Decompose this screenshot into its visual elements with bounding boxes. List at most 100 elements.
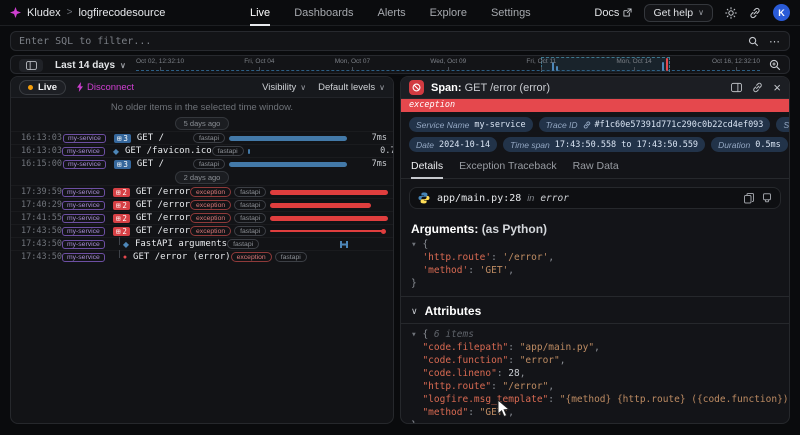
close-icon[interactable]: × — [773, 81, 781, 94]
search-icon[interactable] — [748, 36, 759, 47]
meta-pill-label: Span ID — [783, 120, 790, 130]
git-branch-icon[interactable] — [762, 193, 772, 204]
breadcrumb-org[interactable]: Kludex — [27, 7, 61, 19]
child-count-badge[interactable]: ⊞3 — [114, 160, 131, 169]
user-avatar[interactable]: K — [773, 4, 790, 21]
tab-exception-traceback[interactable]: Exception Traceback — [459, 160, 556, 178]
child-count-badge[interactable]: ⊞3 — [114, 134, 131, 143]
timeline-tick-label: Oct 16, 12:32:10 — [712, 58, 760, 65]
docs-link[interactable]: Docs — [594, 7, 632, 19]
chevron-down-icon: ∨ — [379, 83, 385, 92]
trace-row-tags: exceptionfastapi — [190, 226, 266, 236]
time-group-divider: 2 days ago — [11, 170, 393, 185]
top-header: Kludex > logfirecodesource Live Dashboard… — [0, 0, 800, 26]
trace-row[interactable]: 17:43:50my-service⊞2GET /errorexceptionf… — [11, 224, 393, 237]
meta-pill-value: 0.5ms — [755, 140, 781, 150]
attributes-heading-label: Attributes — [425, 304, 482, 318]
trace-row-tags: exceptionfastapi — [190, 187, 266, 197]
duration-track — [270, 213, 390, 224]
disconnect-button[interactable]: Disconnect — [76, 82, 134, 93]
zoom-in-button[interactable] — [769, 59, 781, 74]
arguments-format-label: (as Python) — [482, 222, 547, 236]
trace-row[interactable]: 17:43:50my-service◆FastAPI argumentsfast… — [11, 237, 393, 250]
tab-details[interactable]: Details — [411, 160, 443, 179]
tag-exception: exception — [190, 200, 231, 210]
breadcrumb-separator: > — [67, 7, 73, 18]
trace-row-time: 17:43:50 — [21, 226, 62, 236]
breadcrumb-project[interactable]: logfirecodesource — [78, 7, 165, 19]
child-count-badge[interactable]: ⊞2 — [113, 227, 130, 236]
sidebar-toggle-button[interactable] — [19, 59, 43, 72]
main-nav: Live Dashboards Alerts Explore Settings — [250, 0, 531, 26]
share-link-button[interactable] — [749, 7, 761, 19]
duration-bar — [270, 203, 371, 208]
meta-pill-label: Service Name — [416, 120, 469, 130]
trace-row-tags: exceptionfastapi — [190, 213, 266, 223]
live-trace-panel: Live Disconnect Visibility ∨ Default lev… — [10, 76, 394, 424]
logfire-app: Kludex > logfirecodesource Live Dashboard… — [0, 0, 800, 435]
tag-fastapi: fastapi — [234, 213, 266, 223]
link-icon[interactable] — [752, 82, 763, 93]
tag-fastapi: fastapi — [212, 146, 244, 156]
child-count-badge[interactable]: ⊞2 — [113, 188, 130, 197]
nav-tab-dashboards[interactable]: Dashboards — [294, 0, 353, 26]
dock-panel-icon[interactable] — [731, 82, 742, 93]
code-line: "code.function": "error", — [411, 354, 779, 367]
disconnect-label: Disconnect — [87, 82, 134, 93]
expand-grid-icon: ⊞ — [117, 160, 122, 169]
trace-row[interactable]: 16:13:03my-service⊞3GET /fastapi7ms — [11, 131, 393, 144]
exception-banner: exception — [401, 99, 789, 112]
nav-tab-live[interactable]: Live — [250, 0, 270, 26]
nav-tab-alerts[interactable]: Alerts — [378, 0, 406, 26]
trace-row[interactable]: 17:43:50my-service●GET /error (error)exc… — [11, 250, 393, 263]
link-icon — [749, 7, 761, 19]
code-line: "code.filepath": "app/main.py", — [411, 341, 779, 354]
more-options-button[interactable]: ⋯ — [769, 35, 781, 48]
nav-tab-settings[interactable]: Settings — [491, 0, 531, 26]
trace-row-name: GET /error (error) — [133, 252, 231, 262]
trace-row[interactable]: 16:13:03my-service◆GET /favicon.icofasta… — [11, 144, 393, 157]
attributes-heading[interactable]: ∨ Attributes — [401, 301, 789, 323]
trace-list: 5 days ago16:13:03my-service⊞3GET /fasta… — [11, 116, 393, 263]
python-icon — [418, 192, 430, 204]
child-count-badge[interactable]: ⊞2 — [113, 214, 130, 223]
theme-toggle-button[interactable] — [725, 7, 737, 19]
link-icon[interactable] — [583, 121, 591, 129]
trace-row-time: 17:41:55 — [21, 213, 62, 223]
get-help-button[interactable]: Get help ∨ — [644, 4, 713, 22]
detail-tabs: Details Exception Traceback Raw Data — [401, 152, 789, 179]
copy-icon[interactable] — [744, 193, 754, 204]
default-levels-dropdown[interactable]: Default levels ∨ — [318, 82, 385, 93]
trace-row[interactable]: 17:40:29my-service⊞2GET /errorexceptionf… — [11, 198, 393, 211]
child-count-badge[interactable]: ⊞2 — [113, 201, 130, 210]
duration-track — [311, 252, 394, 263]
span-meta-row-2: Date2024-10-14Time span17:43:50.558 to 1… — [401, 132, 789, 152]
live-toggle-button[interactable]: Live — [19, 80, 66, 95]
expand-grid-icon: ⊞ — [117, 134, 122, 143]
logfire-logo-icon[interactable] — [10, 7, 21, 18]
sql-filter-input[interactable] — [19, 36, 748, 47]
lightning-icon — [76, 82, 84, 92]
code-line: "http.route": "/error", — [411, 380, 779, 393]
trace-row-time: 17:43:50 — [21, 252, 62, 262]
visibility-dropdown[interactable]: Visibility ∨ — [262, 82, 306, 93]
trace-row[interactable]: 17:41:55my-service⊞2GET /errorexceptionf… — [11, 211, 393, 224]
child-count: 2 — [122, 227, 127, 236]
tag-exception: exception — [190, 187, 231, 197]
trace-row-tags: fastapi — [212, 146, 244, 156]
trace-row-time: 16:13:03 — [21, 146, 62, 156]
code-line: } — [411, 419, 779, 424]
trace-row-name: GET /error — [136, 226, 190, 236]
trace-row[interactable]: 16:15:00my-service⊞3GET /fastapi7ms — [11, 157, 393, 170]
trace-row-name: GET /error — [136, 187, 190, 197]
code-location[interactable]: app/main.py:28 in error — [409, 187, 781, 209]
meta-pill-time-span: Time span17:43:50.558 to 17:43:50.559 — [503, 137, 705, 152]
time-range-dropdown[interactable]: Last 14 days ∨ — [55, 56, 126, 75]
trace-row[interactable]: 17:39:59my-service⊞2GET /errorexceptionf… — [11, 185, 393, 198]
nav-tab-explore[interactable]: Explore — [430, 0, 467, 26]
meta-pill-label: Trace ID — [546, 120, 578, 130]
tag-fastapi: fastapi — [234, 187, 266, 197]
tab-raw-data[interactable]: Raw Data — [573, 160, 619, 178]
duration-track — [270, 226, 390, 237]
meta-pill-value: my-service — [474, 120, 525, 130]
